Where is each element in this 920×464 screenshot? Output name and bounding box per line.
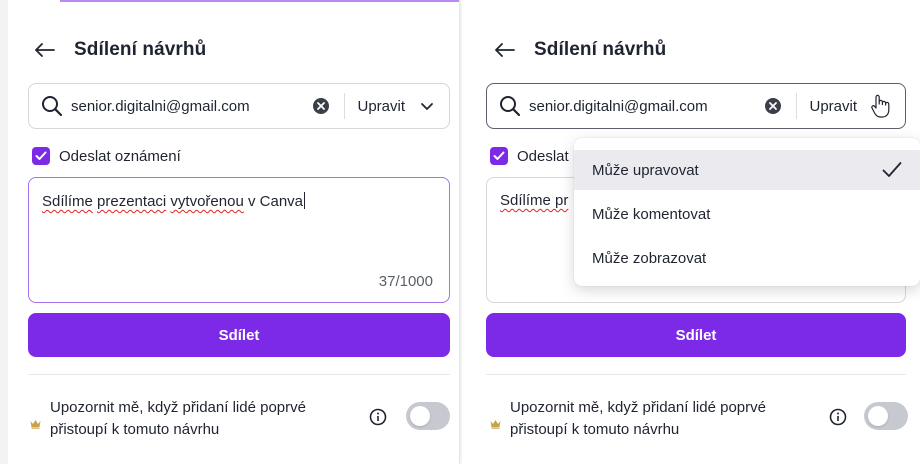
crown-icon (30, 416, 41, 429)
access-alert-toggle[interactable] (406, 402, 450, 430)
text-caret (304, 192, 305, 209)
info-icon[interactable] (369, 408, 387, 426)
access-alert-row: Upozornit mě, když přidaní lidé poprvé p… (490, 397, 908, 441)
back-arrow-icon[interactable] (34, 39, 56, 61)
recipient-email: senior.digitalni@gmail.com (71, 97, 250, 115)
message-word: Canva (259, 193, 303, 210)
menu-item-can-edit[interactable]: Může upravovat (574, 150, 920, 190)
message-word: prezentaci (97, 193, 167, 210)
access-alert-label: Upozornit mě, když přidaní lidé poprvé p… (50, 399, 306, 438)
recipient-input[interactable]: senior.digitalni@gmail.com Upravit (28, 83, 450, 129)
role-dropdown-menu: Může upravovat Může komentovat Může zobr… (574, 138, 920, 286)
share-panel-left: Sdílení návrhů senior.digitalni@gmail.co… (0, 0, 460, 464)
share-button[interactable]: Sdílet (486, 313, 906, 357)
access-alert-row: Upozornit mě, když přidaní lidé poprvé p… (30, 397, 450, 441)
back-arrow-icon[interactable] (494, 39, 516, 61)
access-alert-label: Upozornit mě, když přidaní lidé poprvé p… (510, 399, 766, 438)
crown-icon (490, 416, 501, 429)
panel-header: Sdílení návrhů (494, 36, 666, 64)
screenshot-stage: Sdílení návrhů senior.digitalni@gmail.co… (0, 0, 920, 464)
message-word: vytvořenou (170, 193, 244, 210)
toggle-knob (868, 406, 888, 426)
page-title: Sdílení návrhů (534, 39, 667, 60)
message-visible-text: Sdílíme pr (500, 192, 569, 209)
menu-item-label: Může zobrazovat (592, 249, 707, 267)
info-icon[interactable] (829, 408, 847, 426)
share-button[interactable]: Sdílet (28, 313, 450, 357)
top-accent-line (60, 0, 459, 2)
search-icon (499, 95, 521, 117)
send-notification-row: Odeslat oznámení (32, 146, 181, 166)
chevron-down-icon (419, 98, 435, 114)
clear-icon[interactable] (764, 97, 782, 115)
access-alert-toggle[interactable] (864, 402, 908, 430)
message-text: Sdílíme pr (500, 192, 568, 209)
menu-item-can-view[interactable]: Může zobrazovat (574, 238, 920, 278)
message-textarea[interactable]: Sdílíme prezentaci vytvořenou v Canva 37… (28, 177, 450, 303)
send-notification-row: Odeslat (490, 146, 569, 166)
menu-item-label: Může komentovat (592, 205, 711, 223)
divider (28, 374, 450, 375)
checkbox-check-icon (493, 151, 505, 160)
role-label: Upravit (357, 97, 405, 115)
menu-item-can-comment[interactable]: Může komentovat (574, 194, 920, 234)
character-counter: 37/1000 (378, 273, 433, 290)
message-word: Sdílíme (42, 193, 93, 210)
role-select[interactable]: Upravit (797, 84, 905, 128)
message-word: v (247, 193, 256, 210)
message-text: Sdílíme prezentaci vytvořenou v Canva (42, 192, 305, 210)
page-title: Sdílení návrhů (74, 39, 207, 60)
toggle-knob (410, 406, 430, 426)
recipient-input[interactable]: senior.digitalni@gmail.com Upravit (486, 83, 906, 129)
clear-icon[interactable] (312, 97, 330, 115)
recipient-email: senior.digitalni@gmail.com (529, 97, 708, 115)
hand-cursor-icon (869, 93, 891, 119)
menu-item-label: Může upravovat (592, 161, 699, 179)
send-notification-label: Odeslat (517, 147, 569, 165)
role-select[interactable]: Upravit (345, 84, 449, 128)
check-icon (882, 161, 902, 179)
panel-header: Sdílení návrhů (34, 36, 206, 64)
send-notification-checkbox[interactable] (490, 147, 508, 165)
panel-edge (0, 0, 8, 464)
checkbox-check-icon (35, 151, 47, 160)
search-icon (41, 95, 63, 117)
send-notification-checkbox[interactable] (32, 147, 50, 165)
divider (486, 374, 906, 375)
share-panel-right: Sdílení návrhů senior.digitalni@gmail.co… (462, 0, 920, 464)
send-notification-label: Odeslat oznámení (59, 147, 181, 165)
role-label: Upravit (809, 97, 857, 115)
